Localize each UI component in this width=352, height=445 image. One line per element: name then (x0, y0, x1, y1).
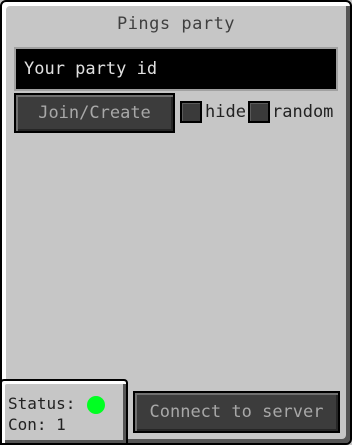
random-label: random (272, 102, 334, 122)
connection-count: Con: 1 (8, 415, 66, 434)
status-label: Status: (8, 394, 76, 413)
status-panel: Status: Con: 1 (0, 379, 128, 445)
random-checkbox[interactable] (248, 101, 270, 123)
party-id-input[interactable] (14, 47, 338, 91)
panel-title: Pings party (116, 14, 236, 34)
join-create-button[interactable]: Join/Create (14, 93, 175, 133)
status-indicator-icon (87, 396, 105, 414)
con-label: Con: (8, 415, 47, 434)
connect-to-server-button[interactable]: Connect to server (133, 391, 340, 433)
hide-checkbox[interactable] (180, 101, 202, 123)
root: Pings party Join/Create hide random Stat… (0, 0, 352, 445)
hide-label: hide (205, 102, 246, 122)
con-count-value: 1 (56, 415, 66, 434)
